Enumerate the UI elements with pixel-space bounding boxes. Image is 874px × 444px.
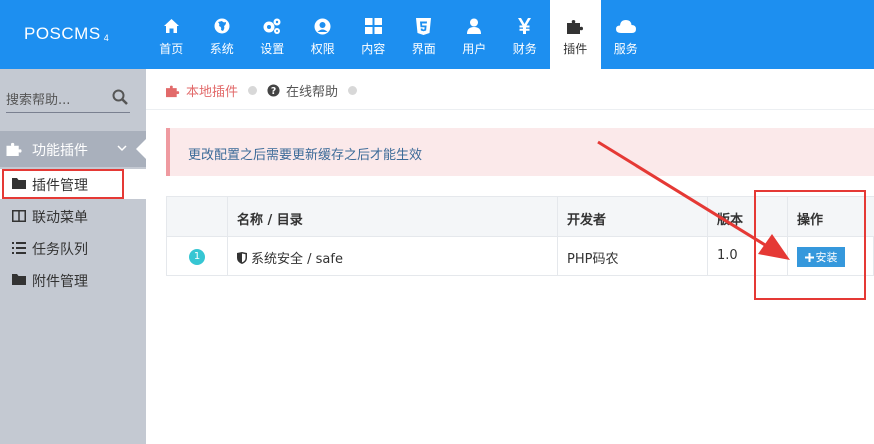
top-bar: POSCMS 4 首页 系统 设置 权限 内容 界面 用户 财务 插件 服务 (0, 0, 874, 69)
nav-item-users[interactable]: 用户 (449, 0, 500, 69)
cell-developer: PHP码农 (567, 252, 619, 267)
question-circle-icon: ? (267, 84, 280, 97)
nav-label: 系统 (209, 42, 234, 56)
search-placeholder: 搜索帮助... (6, 93, 71, 108)
annotation-highlight-box (2, 169, 124, 199)
breadcrumb-label: 本地插件 (186, 85, 239, 100)
user-icon (464, 16, 484, 36)
tab-local-plugins[interactable]: 本地插件 (166, 81, 238, 100)
nav-label: 设置 (260, 42, 285, 56)
nav-label: 首页 (159, 42, 184, 56)
chevron-down-icon (116, 142, 128, 158)
nav-label: 权限 (310, 42, 335, 56)
header-version[interactable]: 版本 (717, 209, 743, 228)
row-index-badge: 1 (189, 249, 205, 265)
yen-icon (515, 16, 535, 36)
column-divider (707, 197, 708, 236)
html5-icon (414, 16, 434, 36)
sidebar-group-label: 功能插件 (32, 143, 88, 159)
divider (146, 109, 874, 110)
alert-note: 更改配置之后需要更新缓存之后才能生效 (166, 128, 874, 176)
cell-version: 1.0 (717, 248, 738, 263)
sidebar-item-linkage-menu[interactable]: 联动菜单 (0, 201, 146, 231)
search-input[interactable]: 搜索帮助... (6, 83, 130, 113)
cogs-icon (262, 16, 282, 36)
sidebar-item-label: 联动菜单 (32, 210, 88, 226)
brand-version: 4 (103, 33, 110, 43)
shield-icon (237, 251, 247, 264)
separator-dot (348, 86, 358, 95)
cloud-icon (615, 16, 636, 36)
nav-item-service[interactable]: 服务 (601, 0, 652, 69)
sidebar-item-label: 附件管理 (32, 274, 88, 290)
cell-name: 系统安全 / safe (237, 248, 343, 267)
column-divider (707, 237, 708, 276)
brand-name: POSCMS (24, 24, 101, 43)
sidebar-item-task-queue[interactable]: 任务队列 (0, 233, 146, 263)
nav-item-content[interactable]: 内容 (348, 0, 399, 69)
nav-label: 插件 (563, 42, 588, 56)
folder-icon (12, 274, 26, 289)
grid-icon (363, 16, 383, 36)
column-divider (557, 237, 558, 276)
nav-label: 界面 (411, 42, 436, 56)
sidebar: 搜索帮助... 功能插件 插件管理 联动菜单 任务队列 附件管理 (0, 69, 146, 444)
alert-text: 更改配置之后需要更新缓存之后才能生效 (188, 148, 423, 163)
header-name[interactable]: 名称 / 目录 (237, 209, 303, 228)
columns-icon (12, 210, 26, 226)
globe-icon (212, 16, 232, 36)
nav-item-permission[interactable]: 权限 (298, 0, 349, 69)
sidebar-item-label: 任务队列 (32, 242, 88, 258)
svg-text:?: ? (271, 86, 276, 97)
header-developer[interactable]: 开发者 (567, 209, 606, 228)
brand-logo[interactable]: POSCMS 4 (24, 24, 109, 44)
nav-label: 内容 (361, 42, 386, 56)
search-icon[interactable] (112, 89, 128, 109)
main-nav: 首页 系统 设置 权限 内容 界面 用户 财务 插件 服务 (146, 0, 651, 69)
active-indicator (136, 139, 146, 159)
sidebar-item-attachments[interactable]: 附件管理 (0, 265, 146, 295)
list-icon (12, 242, 26, 258)
nav-item-interface[interactable]: 界面 (399, 0, 450, 69)
column-divider (227, 237, 228, 276)
breadcrumb: 本地插件 ? 在线帮助 (166, 81, 367, 100)
nav-item-home[interactable]: 首页 (146, 0, 197, 69)
puzzle-icon (166, 84, 180, 98)
nav-item-plugins[interactable]: 插件 (550, 0, 601, 69)
puzzle-icon (565, 16, 585, 36)
puzzle-icon (6, 141, 23, 161)
separator-dot (248, 86, 258, 95)
tab-online-help[interactable]: ? 在线帮助 (267, 81, 338, 100)
user-circle-icon (313, 16, 333, 36)
column-divider (557, 197, 558, 236)
nav-item-finance[interactable]: 财务 (500, 0, 551, 69)
nav-label: 服务 (613, 42, 638, 56)
home-icon (161, 16, 181, 36)
nav-item-system[interactable]: 系统 (197, 0, 248, 69)
nav-item-settings[interactable]: 设置 (247, 0, 298, 69)
sidebar-group-plugins[interactable]: 功能插件 (0, 131, 146, 167)
breadcrumb-label: 在线帮助 (286, 85, 339, 100)
column-divider (227, 197, 228, 236)
nav-label: 财务 (512, 42, 537, 56)
annotation-highlight-box (754, 190, 866, 300)
nav-label: 用户 (462, 42, 487, 56)
plugin-name: 系统安全 / safe (251, 252, 343, 267)
